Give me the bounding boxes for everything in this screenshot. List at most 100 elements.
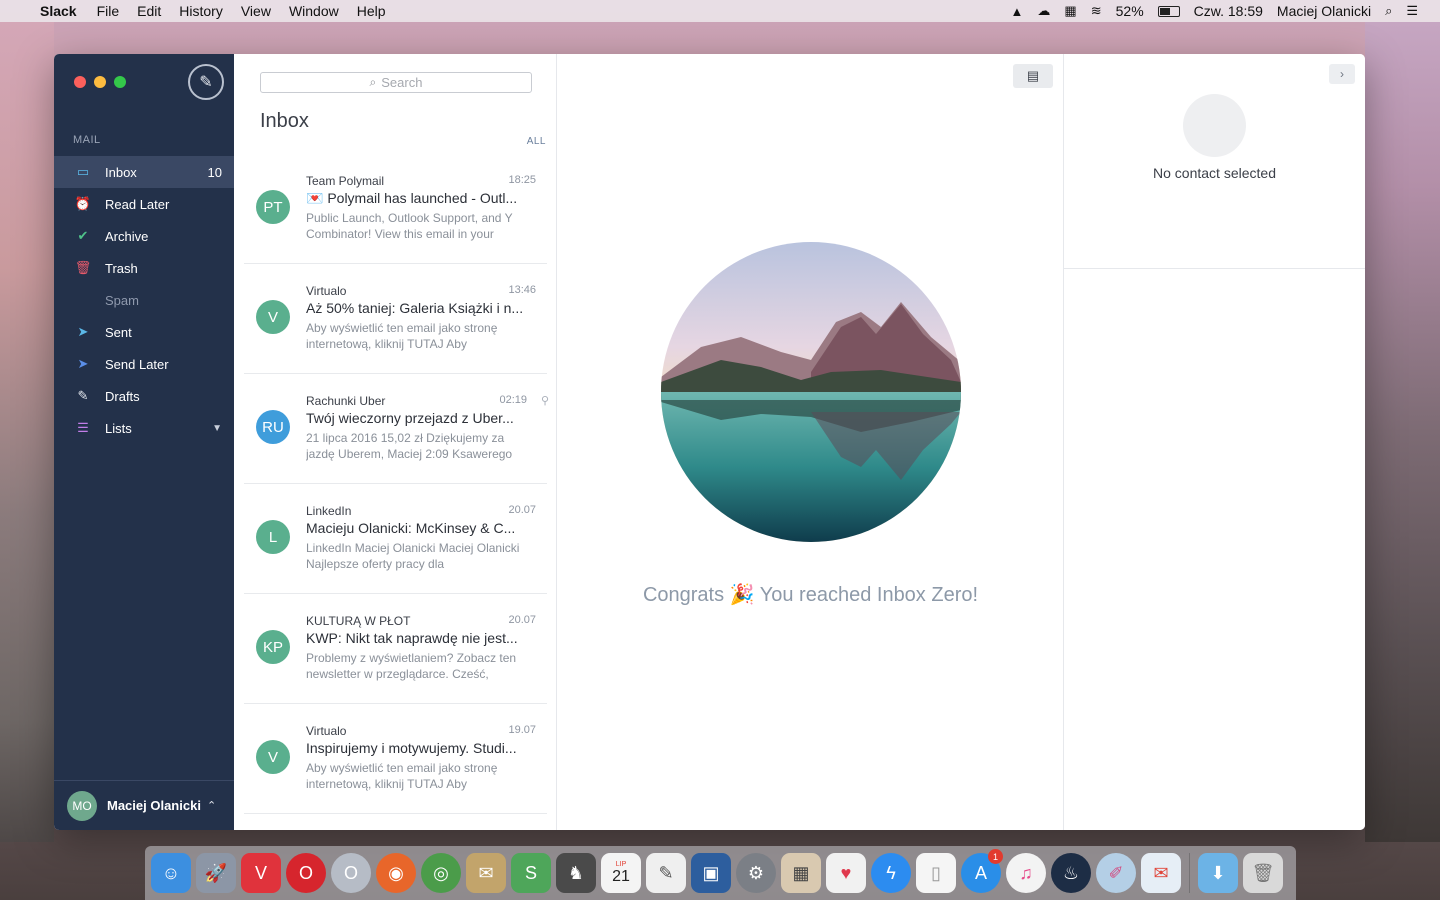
sidebar-item-label: Sent <box>105 324 132 340</box>
message-time: 18:25 <box>508 174 536 186</box>
expand-contact-button[interactable]: › <box>1329 64 1355 84</box>
textedit-icon[interactable]: ✎ <box>646 853 686 893</box>
macos-dock: ☺ 🚀 V O O ◉ ◎ ✉ S ♞ LIP 21 ✎ ▣ ⚙ ▦ ♥ ϟ ▯… <box>145 846 1296 900</box>
steam-icon[interactable]: ♨ <box>1051 853 1091 893</box>
cloud-icon[interactable]: ☁ <box>1037 3 1050 19</box>
calculator-icon[interactable]: ▦ <box>781 853 821 893</box>
close-window-button[interactable] <box>74 76 86 88</box>
sidebar-item-inbox[interactable]: ▭ Inbox 10 <box>54 156 234 188</box>
list-item[interactable]: V Virtualo 13:46 Aż 50% taniej: Galeria … <box>244 264 547 374</box>
finder-icon[interactable]: ☺ <box>151 853 191 893</box>
zoom-window-button[interactable] <box>114 76 126 88</box>
menu-clock[interactable]: Czw. 18:59 <box>1194 3 1263 19</box>
avatar: RU <box>256 410 290 444</box>
avatar: MO <box>67 790 97 821</box>
battery-percent[interactable]: 52% <box>1116 3 1144 19</box>
spotlight-search-icon[interactable]: ⌕ <box>1385 3 1392 19</box>
messenger-icon[interactable]: ϟ <box>871 853 911 893</box>
sidebar-item-archive[interactable]: ✔ Archive <box>54 220 234 252</box>
message-sender: Virtualo <box>306 724 347 738</box>
message-preview: Public Launch, Outlook Support, and Y Co… <box>306 211 513 241</box>
virtualbox-icon[interactable]: ▣ <box>691 853 731 893</box>
calendar-icon[interactable]: LIP 21 <box>601 853 641 893</box>
contact-header: › No contact selected <box>1064 54 1365 269</box>
message-time: 02:19 <box>499 394 527 406</box>
message-subject: 💌 Polymail has launched - Outl... <box>306 190 518 206</box>
alfred-icon[interactable]: ♞ <box>556 853 596 893</box>
list-item[interactable]: L LinkedIn 20.07 Macieju Olanicki: McKin… <box>244 484 547 594</box>
sidebar-item-read-later[interactable]: ⏰ Read Later <box>54 188 234 220</box>
compose-button[interactable]: ✎ <box>188 64 224 100</box>
pocket-icon[interactable]: ♥ <box>826 853 866 893</box>
menu-file[interactable]: File <box>97 3 120 19</box>
menu-help[interactable]: Help <box>357 3 386 19</box>
calendar-month: LIP <box>615 860 627 868</box>
notification-center-icon[interactable]: ☰ <box>1406 3 1418 19</box>
account-name: Maciej Olanicki <box>107 798 201 813</box>
message-preview: LinkedIn Maciej Olanicki Maciej Olanicki… <box>306 541 520 571</box>
sidebar-item-send-later[interactable]: ➤ Send Later <box>54 348 234 380</box>
filter-all-button[interactable]: ALL <box>527 136 546 147</box>
minimize-window-button[interactable] <box>94 76 106 88</box>
message-subject: Twój wieczorny przejazd z Uber... <box>306 410 514 426</box>
macos-menu-bar: Slack File Edit History View Window Help… <box>0 0 1440 22</box>
desktop-wallpaper-left <box>0 22 54 842</box>
menu-history[interactable]: History <box>179 3 223 19</box>
sidebar-item-trash[interactable]: 🗑 Trash <box>54 252 234 284</box>
account-switcher[interactable]: MO Maciej Olanicki ⌃ <box>54 780 234 830</box>
sidebar-item-spam[interactable]: Spam <box>54 284 234 316</box>
airmail-icon[interactable]: ✉ <box>1141 853 1181 893</box>
message-sender: KULTURĄ W PŁOT <box>306 614 411 628</box>
app-name-menu[interactable]: Slack <box>40 3 77 19</box>
message-preview: 21 lipca 2016 15,02 zł Dziękujemy za jaz… <box>306 431 513 461</box>
mail-stamp-icon[interactable]: ✉ <box>466 853 506 893</box>
list-item[interactable]: KP KULTURĄ W PŁOT 20.07 KWP: Nikt tak na… <box>244 594 547 704</box>
sidebar-item-label: Read Later <box>105 196 170 212</box>
chevron-down-icon[interactable]: ▼ <box>212 423 222 434</box>
mail-section-heading: MAIL <box>73 134 101 146</box>
reader-view-toggle[interactable]: ▤ <box>1013 64 1053 88</box>
firefox-icon[interactable]: ◉ <box>376 853 416 893</box>
memory-icon[interactable]: ▦ <box>1064 3 1076 19</box>
itunes-icon[interactable]: ♫ <box>1006 853 1046 893</box>
message-time: 19.07 <box>508 724 536 736</box>
sidebar-item-sent[interactable]: ➤ Sent <box>54 316 234 348</box>
menu-edit[interactable]: Edit <box>137 3 161 19</box>
opera-icon[interactable]: O <box>286 853 326 893</box>
sidebar-item-drafts[interactable]: ✎ Drafts <box>54 380 234 412</box>
desktop-wallpaper-right <box>1365 22 1440 842</box>
app-store-icon[interactable]: A 1 <box>961 849 1003 893</box>
message-preview: Aby wyświetlić ten email jako stronę int… <box>306 761 498 791</box>
pixelmator-icon[interactable]: ✐ <box>1096 853 1136 893</box>
google-drive-icon[interactable]: ▲ <box>1011 4 1024 19</box>
list-item[interactable]: V Virtualo 19.07 Inspirujemy i motywujem… <box>244 704 547 814</box>
message-sender: LinkedIn <box>306 504 352 518</box>
menu-user[interactable]: Maciej Olanicki <box>1277 3 1371 19</box>
sidebar-item-lists[interactable]: ☰ Lists ▼ <box>54 412 234 444</box>
trash-bin-icon[interactable]: 🗑 <box>1243 853 1283 893</box>
sidebar-item-label: Spam <box>105 292 139 308</box>
menu-view[interactable]: View <box>241 3 271 19</box>
menu-window[interactable]: Window <box>289 3 339 19</box>
message-subject: Macieju Olanicki: McKinsey & C... <box>306 520 516 536</box>
list-item[interactable]: PT Team Polymail 18:25 💌 Polymail has la… <box>244 154 547 264</box>
system-preferences-icon[interactable]: ⚙ <box>736 853 776 893</box>
chevron-right-icon: › <box>1340 67 1344 81</box>
message-subject: Inspirujemy i motywujemy. Studi... <box>306 740 517 756</box>
avatar: V <box>256 740 290 774</box>
sidebar: ✎ MAIL ▭ Inbox 10 ⏰ Read Later ✔ Archive… <box>54 54 234 830</box>
message-preview: Aby wyświetlić ten email jako stronę int… <box>306 321 498 351</box>
launchpad-icon[interactable]: 🚀 <box>196 853 236 893</box>
battery-icon[interactable] <box>1157 5 1180 17</box>
alarm-clock-icon: ⏰ <box>74 196 92 211</box>
attachment-icon: ⚲ <box>540 395 549 407</box>
opera-neon-icon[interactable]: O <box>331 853 371 893</box>
chrome-icon[interactable]: ◎ <box>421 853 461 893</box>
document-icon[interactable]: ▯ <box>916 853 956 893</box>
wifi-icon[interactable]: ≋ <box>1091 3 1102 19</box>
list-item[interactable]: RU Rachunki Uber 02:19 ⚲ Twój wieczorny … <box>244 374 549 484</box>
search-input[interactable]: ⌕ Search <box>260 72 532 93</box>
downloads-folder-icon[interactable]: ⬇ <box>1198 853 1238 893</box>
vivaldi-icon[interactable]: V <box>241 853 281 893</box>
slack-icon[interactable]: S <box>511 853 551 893</box>
